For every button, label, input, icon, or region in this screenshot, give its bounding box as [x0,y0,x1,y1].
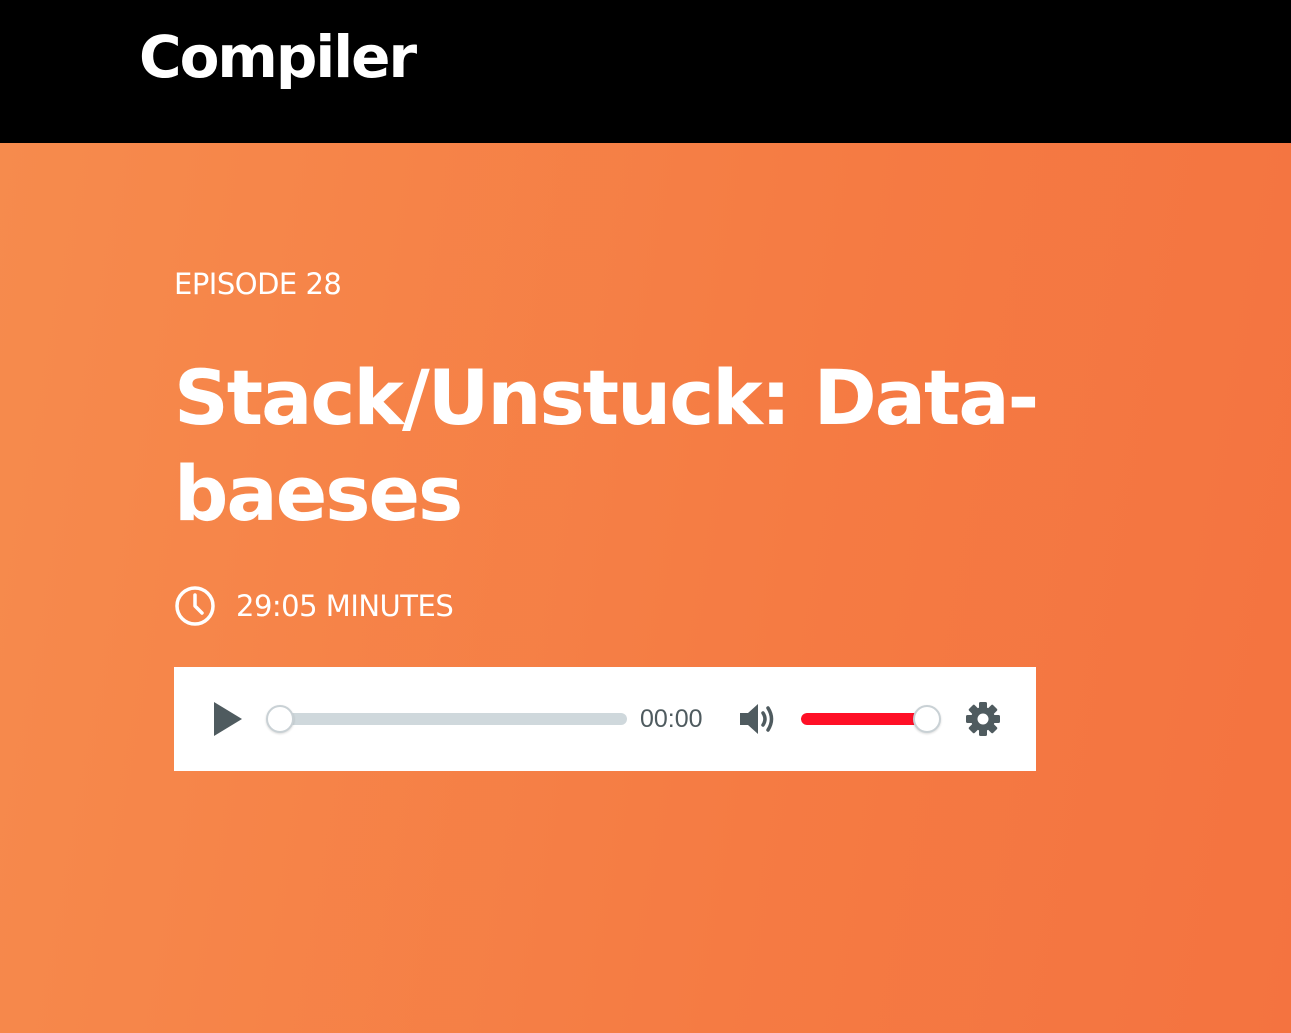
volume-icon [740,704,774,734]
progress-bar[interactable] [268,713,627,725]
clock-icon [175,586,215,626]
progress-thumb[interactable] [266,705,294,733]
compiler-logo[interactable]: Compiler [139,22,417,92]
site-header: Compiler [0,0,1291,143]
episode-title: Stack/Unstuck: Data-baeses [174,353,1039,538]
episode-number: EPISODE 28 [174,267,342,301]
play-icon [214,702,242,736]
episode-duration: 29:05 MINUTES [174,584,454,628]
gear-icon [966,702,1000,736]
volume-thumb[interactable] [913,705,941,733]
audio-player: 00:00 [174,667,1036,771]
settings-button[interactable] [964,700,1002,738]
duration-label: 29:05 MINUTES [236,589,454,623]
current-time: 00:00 [640,705,703,733]
play-button[interactable] [210,699,250,739]
mute-button[interactable] [738,700,778,738]
